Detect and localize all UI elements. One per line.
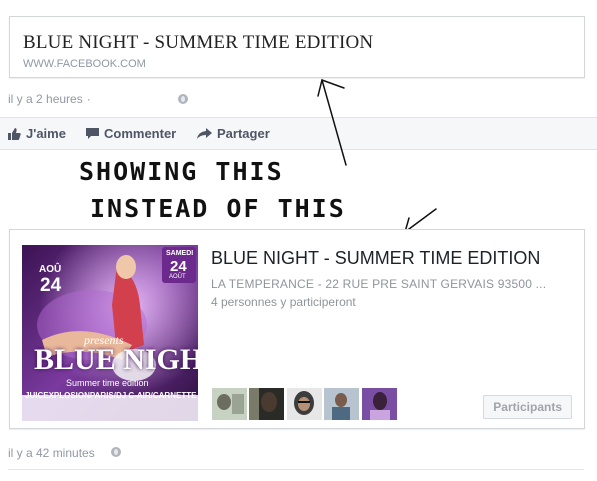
event-location: LA TEMPERANCE - 22 RUE PRE SAINT GERVAIS… <box>211 277 547 291</box>
poster-day: 24 <box>40 275 62 296</box>
participants-button[interactable]: Participants <box>483 395 572 419</box>
event-attendance-count[interactable]: 4 personnes y participeront <box>211 295 356 309</box>
poster-badge-day: 24 <box>170 258 187 275</box>
arrow-head-top <box>317 79 345 97</box>
attendee-avatar-1[interactable] <box>212 388 247 420</box>
poster-subtitle: Summer time edition <box>66 378 149 388</box>
post-timestamp-bottom[interactable]: il y a 42 minutes <box>8 446 95 460</box>
poster-weekday: SAMEDI <box>166 250 194 257</box>
event-poster-image[interactable]: AOÛ 24 SAMEDI 24 AOÛT presents BLUE NIGH… <box>22 245 198 421</box>
poster-date-badge: SAMEDI 24 AOÛT <box>162 247 196 283</box>
attendee-avatar-4[interactable] <box>324 388 359 420</box>
poster-badge-month: AOÛT <box>169 274 186 280</box>
attendee-avatar-3[interactable] <box>287 388 322 420</box>
arrow-to-top-card <box>321 79 347 166</box>
attendee-avatar-5[interactable] <box>362 388 397 420</box>
poster-logo: BLUE NIGHT <box>34 343 198 376</box>
post-divider <box>8 469 584 470</box>
globe-icon[interactable] <box>111 447 121 457</box>
poster-credits: JUICEXPLOSIONPARIS/DJ C-AIR/CARNETTE <box>25 391 197 400</box>
post-timestamp-row-bottom: il y a 42 minutes <box>8 446 95 460</box>
poster-month: AOÛ <box>39 264 62 275</box>
event-preview-card[interactable]: AOÛ 24 SAMEDI 24 AOÛT presents BLUE NIGH… <box>9 229 585 429</box>
event-title[interactable]: BLUE NIGHT - SUMMER TIME EDITION <box>211 248 540 269</box>
attendee-avatar-2[interactable] <box>249 388 284 420</box>
